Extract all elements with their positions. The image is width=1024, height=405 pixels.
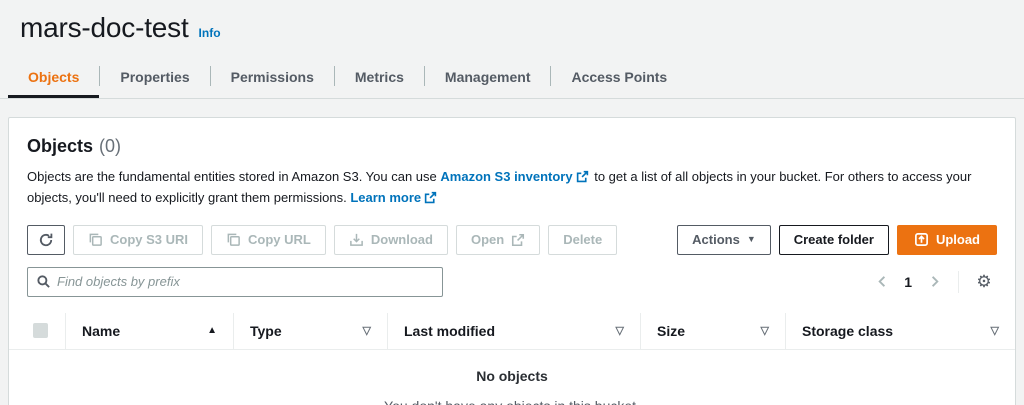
object-count: (0) [99, 136, 121, 157]
panel-header: Objects (0) [9, 136, 1015, 157]
learn-more-link[interactable]: Learn more [350, 190, 439, 205]
panel-title: Objects [27, 136, 93, 157]
column-header-name[interactable]: Name ▲ [65, 313, 233, 349]
current-page-number: 1 [904, 274, 912, 290]
objects-table-header: Name ▲ Type ▽ Last modified ▽ Size ▽ Sto… [9, 313, 1015, 350]
copy-s3-uri-button[interactable]: Copy S3 URI [73, 225, 203, 255]
tab-objects[interactable]: Objects [8, 56, 99, 98]
open-external-icon [511, 233, 525, 247]
copy-icon [88, 232, 103, 247]
sort-icon: ▽ [991, 324, 999, 337]
copy-icon [226, 232, 241, 247]
empty-state: No objects You don't have any objects in… [9, 350, 1015, 405]
refresh-icon [38, 232, 54, 248]
preferences-button[interactable]: ⚙ [971, 269, 997, 295]
upload-icon [914, 232, 929, 247]
tab-metrics[interactable]: Metrics [335, 56, 424, 98]
caret-down-icon: ▼ [747, 235, 756, 244]
create-folder-button[interactable]: Create folder [779, 225, 889, 255]
sort-ascending-icon: ▲ [207, 325, 217, 336]
download-button[interactable]: Download [334, 225, 448, 255]
column-header-last-modified[interactable]: Last modified ▽ [387, 313, 640, 349]
objects-toolbar: Copy S3 URI Copy URL Download Open Delet… [9, 225, 1015, 255]
gear-icon: ⚙ [976, 273, 991, 290]
pagination: 1 ⚙ [870, 269, 997, 295]
empty-state-message: You don't have any objects in this bucke… [9, 398, 1015, 405]
copy-url-button[interactable]: Copy URL [211, 225, 326, 255]
tab-properties[interactable]: Properties [100, 56, 209, 98]
sort-icon: ▽ [761, 324, 769, 337]
search-input[interactable] [57, 274, 434, 289]
previous-page-button[interactable] [870, 270, 894, 294]
chevron-right-icon [927, 274, 942, 289]
tab-permissions[interactable]: Permissions [211, 56, 334, 98]
bucket-title: mars-doc-test [20, 12, 189, 44]
external-link-icon [424, 191, 437, 204]
pager-divider [958, 271, 959, 293]
objects-panel: Objects (0) Objects are the fundamental … [8, 117, 1016, 405]
actions-dropdown-button[interactable]: Actions ▼ [677, 225, 771, 255]
download-icon [349, 232, 364, 247]
tab-access-points[interactable]: Access Points [551, 56, 687, 98]
s3-inventory-link[interactable]: Amazon S3 inventory [440, 169, 590, 184]
chevron-left-icon [875, 274, 890, 289]
upload-button[interactable]: Upload [897, 225, 997, 255]
search-icon [36, 274, 51, 289]
column-header-size[interactable]: Size ▽ [640, 313, 785, 349]
select-all-checkbox[interactable] [33, 323, 48, 338]
column-header-storage-class[interactable]: Storage class ▽ [785, 313, 1015, 349]
select-all-cell [9, 313, 65, 349]
search-box [27, 267, 443, 297]
refresh-button[interactable] [27, 225, 65, 255]
bucket-tabs: Objects Properties Permissions Metrics M… [0, 56, 1024, 99]
tab-management[interactable]: Management [425, 56, 551, 98]
delete-button[interactable]: Delete [548, 225, 617, 255]
info-link[interactable]: Info [199, 26, 221, 40]
description-text-1: Objects are the fundamental entities sto… [27, 169, 437, 184]
external-link-icon [576, 170, 589, 183]
panel-description: Objects are the fundamental entities sto… [9, 167, 999, 209]
empty-state-title: No objects [9, 368, 1015, 384]
filter-row: 1 ⚙ [9, 267, 1015, 297]
next-page-button[interactable] [922, 270, 946, 294]
column-header-type[interactable]: Type ▽ [233, 313, 387, 349]
page-header: mars-doc-test Info [0, 0, 1024, 44]
sort-icon: ▽ [363, 324, 371, 337]
sort-icon: ▽ [616, 324, 624, 337]
open-button[interactable]: Open [456, 225, 540, 255]
